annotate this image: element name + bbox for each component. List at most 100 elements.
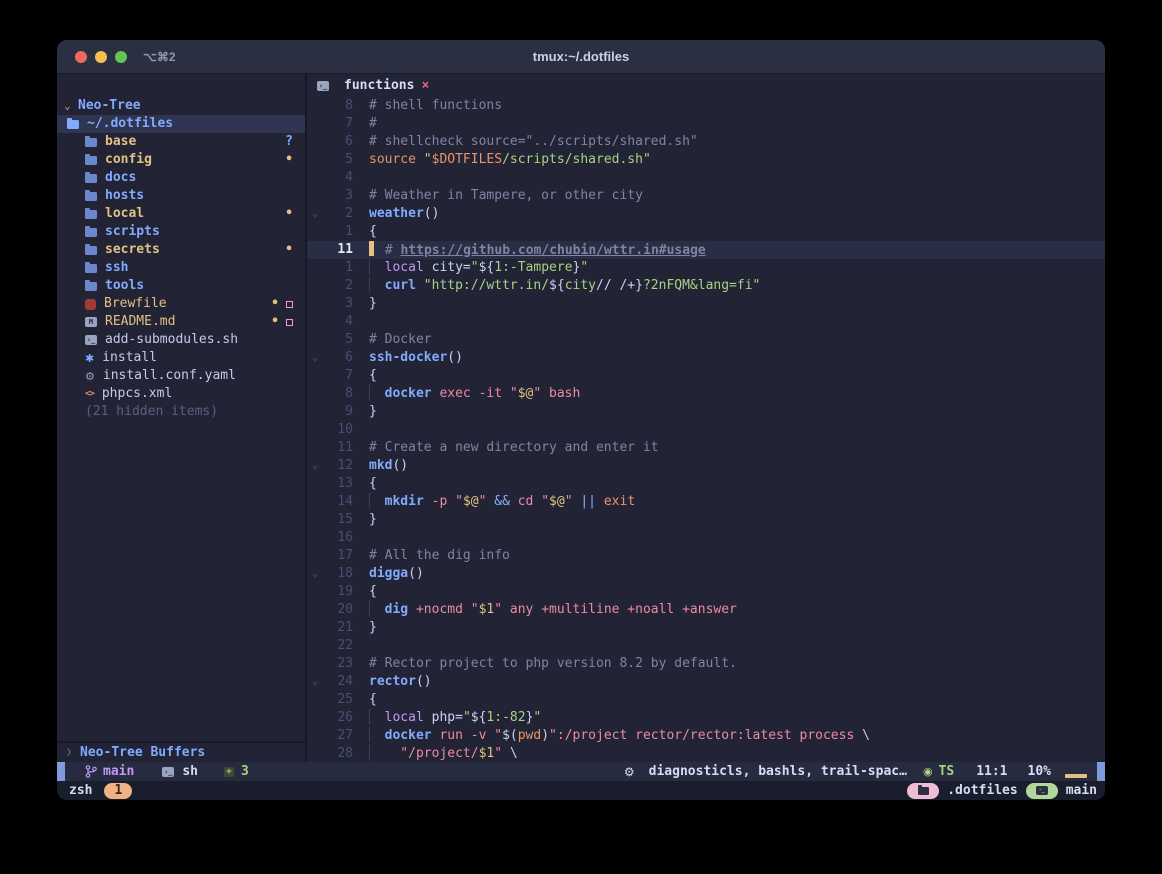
code-line[interactable]: 7{ [307,367,1105,385]
code-line[interactable]: 4 [307,313,1105,331]
code-line[interactable]: ⌄2weather() [307,205,1105,223]
line-number: 2 [323,205,353,223]
neotree-buffers-row[interactable]: ❯ Neo-Tree Buffers [57,741,305,762]
line-number: 7 [323,115,353,133]
tree-item-install[interactable]: ✱install [57,349,305,367]
code-line[interactable]: 1{ [307,223,1105,241]
code-line[interactable]: 9} [307,403,1105,421]
tree-item-install.conf.yaml[interactable]: ⚙install.conf.yaml [57,367,305,385]
minimize-window-button[interactable] [95,51,107,63]
line-number: 16 [323,529,353,547]
tree-item-ssh[interactable]: ssh [57,259,305,277]
code-line[interactable]: 10 [307,421,1105,439]
code-line[interactable]: 17# All the dig info [307,547,1105,565]
fold-chevron-icon[interactable]: ⌄ [307,673,323,691]
code-line[interactable]: 11# Create a new directory and enter it [307,439,1105,457]
tree-item-config[interactable]: config• [57,151,305,169]
code-text: weather() [353,205,439,223]
code-line[interactable]: 25{ [307,691,1105,709]
neotree-header-row[interactable]: ⌄ Neo-Tree [57,97,305,115]
code-line[interactable]: 8▏ docker exec -it "$@" bash [307,385,1105,403]
tree-item-brewfile[interactable]: Brewfile• [57,295,305,313]
tree-item-label: install [102,349,157,367]
code-line[interactable]: ⌄18digga() [307,565,1105,583]
code-line[interactable]: 1▏ local city="${1:-Tampere}" [307,259,1105,277]
line-number: 19 [323,583,353,601]
code-line[interactable]: 28▏ "/project/$1" \ [307,745,1105,762]
tree-item-docs[interactable]: docs [57,169,305,187]
close-buffer-icon[interactable]: × [421,77,429,95]
git-modified-badge: • [271,313,279,331]
code-line[interactable]: 6# shellcheck source="../scripts/shared.… [307,133,1105,151]
code-line[interactable]: 3} [307,295,1105,313]
tmux-window-index-badge[interactable]: 1 [104,783,132,799]
traffic-lights [75,51,127,63]
fold-chevron-icon[interactable]: ⌄ [307,457,323,475]
tree-item-label: add-submodules.sh [105,331,238,349]
tree-item--.dotfiles[interactable]: ~/.dotfiles [57,115,305,133]
code-line[interactable]: 21} [307,619,1105,637]
code-line[interactable]: ⌄24rector() [307,673,1105,691]
tree-item-base[interactable]: base? [57,133,305,151]
folder-icon [85,192,97,201]
code-line[interactable]: 19{ [307,583,1105,601]
fold-chevron-icon[interactable]: ⌄ [307,349,323,367]
fold-chevron-icon[interactable]: ⌄ [307,205,323,223]
code-line[interactable]: ⌄6ssh-docker() [307,349,1105,367]
code-line[interactable]: 23# Rector project to php version 8.2 by… [307,655,1105,673]
code-line[interactable]: 8# shell functions [307,97,1105,115]
tmux-session-name: .dotfiles [947,783,1017,798]
chevron-right-icon: ❯ [66,744,72,762]
code-line[interactable]: 5# Docker [307,331,1105,349]
git-modified-badge: • [285,241,293,259]
code-text: # Rector project to php version 8.2 by d… [353,655,737,673]
code-buffer[interactable]: 8# shell functions 7# 6# shellcheck sour… [307,97,1105,762]
tree-item-phpcs.xml[interactable]: <>phpcs.xml [57,385,305,403]
code-text: } [353,619,377,637]
code-line[interactable]: 26▏ local php="${1:-82}" [307,709,1105,727]
tree-item-secrets[interactable]: secrets• [57,241,305,259]
tree-item-label: (21 hidden items) [85,403,218,421]
code-line[interactable]: 22 [307,637,1105,655]
file-tree: ~/.dotfilesbase?config•docshostslocal•sc… [57,115,305,421]
folder-icon [918,787,929,795]
line-number: 5 [323,331,353,349]
code-line[interactable]: 4 [307,169,1105,187]
tree-item-readme.md[interactable]: MREADME.md• [57,313,305,331]
close-window-button[interactable] [75,51,87,63]
code-line[interactable]: 7# [307,115,1105,133]
line-number: 3 [323,187,353,205]
line-number: 1 [323,259,353,277]
tree-item-local[interactable]: local• [57,205,305,223]
lsp-gear-icon: ⚙ [624,765,635,779]
tree-item-tools[interactable]: tools [57,277,305,295]
code-text: digga() [353,565,424,583]
tree-item-hosts[interactable]: hosts [57,187,305,205]
code-line[interactable]: 5source "$DOTFILES/scripts/shared.sh" [307,151,1105,169]
tmux-session-segment[interactable]: .dotfiles [907,783,1017,799]
code-line-current[interactable]: 11 # https://github.com/chubin/wttr.in#u… [307,241,1105,259]
git-modified-badge: • [285,205,293,223]
indent-guide: ▏ [369,260,385,275]
code-text [353,637,377,655]
line-number: 21 [323,619,353,637]
tmux-branch-segment[interactable]: ›_ main [1026,783,1097,799]
code-line[interactable]: 15} [307,511,1105,529]
code-line[interactable]: 20▏ dig +nocmd "$1" any +multiline +noal… [307,601,1105,619]
code-line[interactable]: 2▏ curl "http://wttr.in/${city// /+}?2nF… [307,277,1105,295]
code-text: { [353,583,377,601]
code-line[interactable]: 14▏ mkdir -p "$@" && cd "$@" || exit [307,493,1105,511]
fold-column [307,313,323,331]
code-line[interactable]: 13{ [307,475,1105,493]
code-line[interactable]: ⌄12mkd() [307,457,1105,475]
fold-column [307,655,323,673]
buffer-tab-functions[interactable]: ›_ functions × [317,77,429,95]
zoom-window-button[interactable] [115,51,127,63]
code-line[interactable]: 16 [307,529,1105,547]
fold-chevron-icon[interactable]: ⌄ [307,565,323,583]
code-line[interactable]: 27▏ docker run -v "$(pwd)":/project rect… [307,727,1105,745]
tree-item-add-submodules.sh[interactable]: ›_add-submodules.sh [57,331,305,349]
code-text: ▏ docker exec -it "$@" bash [353,385,580,403]
tree-item-scripts[interactable]: scripts [57,223,305,241]
code-line[interactable]: 3# Weather in Tampere, or other city [307,187,1105,205]
